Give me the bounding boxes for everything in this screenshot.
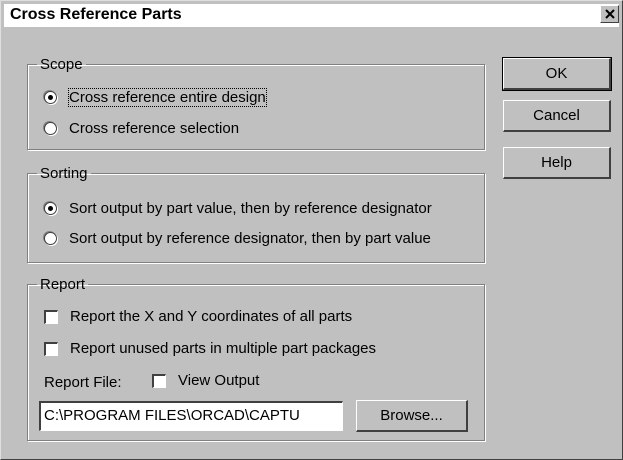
checkbox-report-unused-parts[interactable]: Report unused parts in multiple part pac… xyxy=(44,340,376,357)
radio-button[interactable] xyxy=(44,91,57,104)
radio-selection[interactable]: Cross reference selection xyxy=(44,120,239,137)
dialog-title: Cross Reference Parts xyxy=(10,6,182,23)
radio-button[interactable] xyxy=(44,202,57,215)
radio-sort-by-part-value-label: Sort output by part value, then by refer… xyxy=(69,200,432,217)
cancel-button[interactable]: Cancel xyxy=(503,100,611,132)
radio-sort-by-ref-designator-label: Sort output by reference designator, the… xyxy=(69,230,431,247)
radio-selection-label: Cross reference selection xyxy=(69,120,240,137)
ok-button[interactable]: OK xyxy=(502,57,612,91)
help-button[interactable]: Help xyxy=(503,147,611,179)
checkbox-report-coordinates[interactable]: Report the X and Y coordinates of all pa… xyxy=(44,308,352,325)
radio-button[interactable] xyxy=(44,122,57,135)
report-file-input[interactable]: C:\PROGRAM FILES\ORCAD\CAPTU xyxy=(39,401,343,431)
report-file-label: Report File: xyxy=(44,374,122,391)
checkbox[interactable] xyxy=(152,373,166,388)
close-icon xyxy=(605,9,615,19)
scope-legend: Scope xyxy=(40,56,83,73)
checkbox[interactable] xyxy=(44,309,58,324)
cross-reference-parts-dialog: Cross Reference Parts Scope Cross refere… xyxy=(0,0,623,460)
checkbox-report-coordinates-label: Report the X and Y coordinates of all pa… xyxy=(70,308,353,325)
title-bar[interactable]: Cross Reference Parts xyxy=(4,4,619,27)
radio-sort-by-ref-designator[interactable]: Sort output by reference designator, the… xyxy=(44,230,431,247)
sorting-legend: Sorting xyxy=(40,165,88,182)
report-legend: Report xyxy=(40,276,86,293)
checkbox-view-output[interactable]: View Output xyxy=(152,372,259,389)
checkbox[interactable] xyxy=(44,341,58,356)
radio-entire-design-label: Cross reference entire design xyxy=(68,88,267,107)
radio-entire-design[interactable]: Cross reference entire design xyxy=(44,88,267,107)
radio-button[interactable] xyxy=(44,232,57,245)
checkbox-view-output-label: View Output xyxy=(178,372,260,389)
radio-sort-by-part-value[interactable]: Sort output by part value, then by refer… xyxy=(44,200,432,217)
checkbox-report-unused-parts-label: Report unused parts in multiple part pac… xyxy=(70,340,377,357)
close-button[interactable] xyxy=(600,5,619,23)
browse-button[interactable]: Browse... xyxy=(356,400,468,432)
